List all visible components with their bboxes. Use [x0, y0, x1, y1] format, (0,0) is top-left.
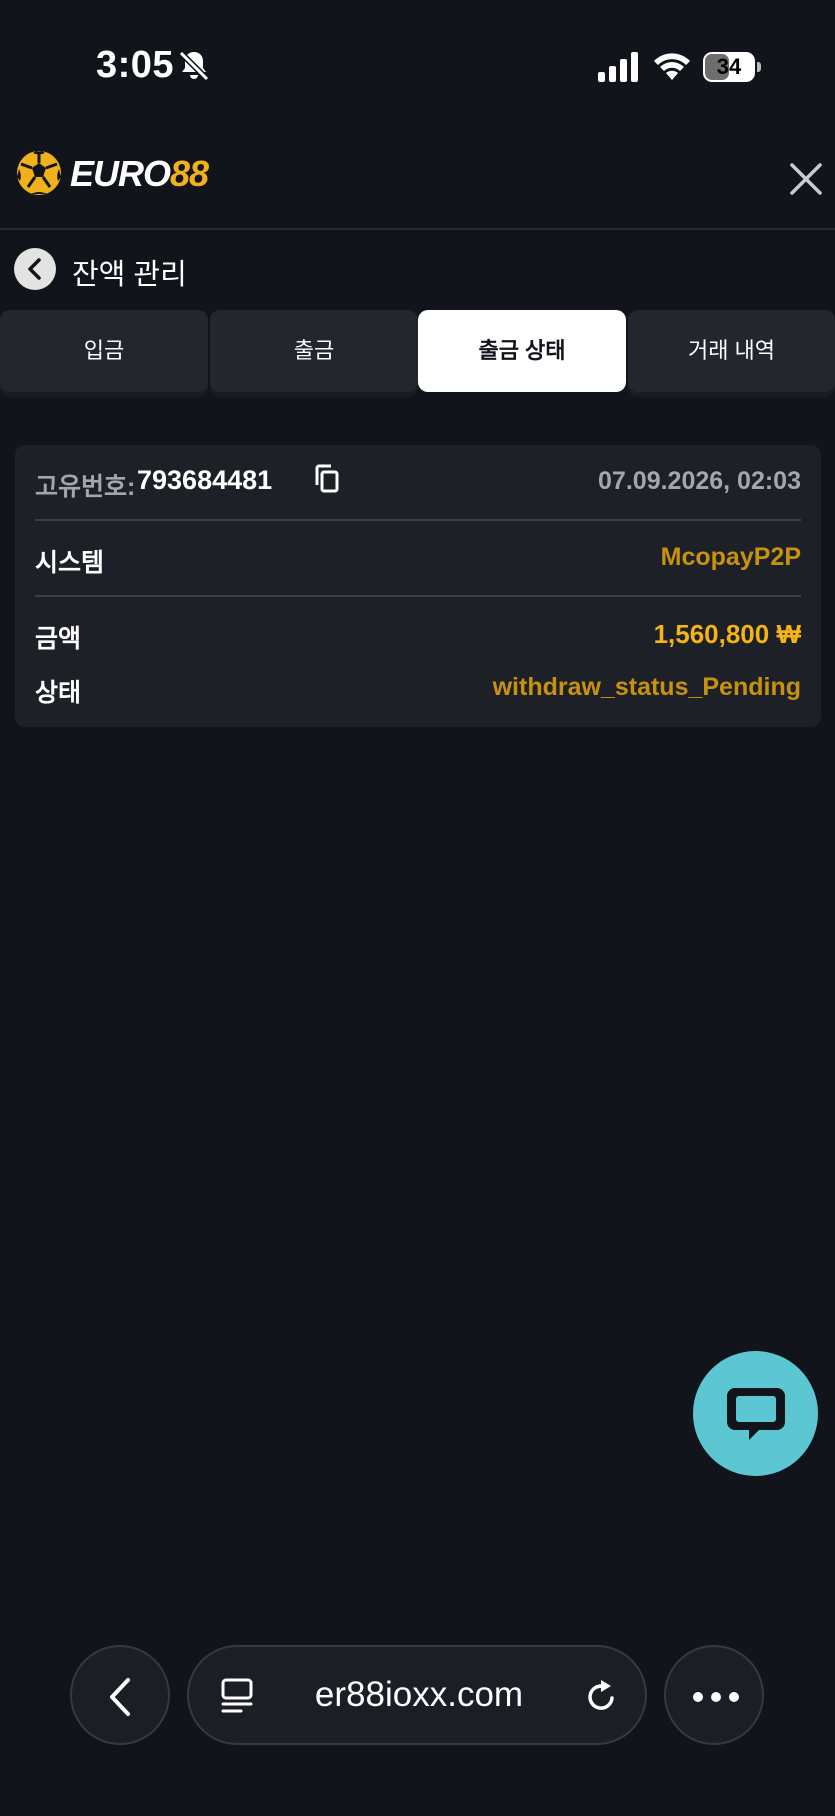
divider — [35, 519, 801, 521]
chevron-left-icon — [28, 258, 41, 280]
live-chat-button[interactable] — [693, 1351, 818, 1476]
logo-text-white: EURO — [70, 153, 171, 194]
page-title: 잔액 관리 — [72, 259, 187, 291]
back-chevron-icon — [110, 1678, 130, 1716]
title-row: 잔액 관리 — [0, 248, 835, 292]
amount-value: 1,560,800 ₩ — [653, 619, 801, 649]
copy-icon[interactable] — [313, 463, 341, 495]
tab-withdraw[interactable]: 출금 — [210, 310, 418, 392]
more-button[interactable] — [664, 1645, 764, 1745]
more-icon — [693, 1692, 739, 1702]
signal-icon — [598, 52, 638, 82]
tab-transaction-history[interactable]: 거래 내역 — [628, 310, 835, 392]
divider — [35, 595, 801, 597]
soccer-ball-logo-icon[interactable] — [15, 149, 63, 197]
tab-bar: 입금 출금 출금 상태 거래 내역 — [0, 310, 835, 392]
tab-withdraw-status[interactable]: 출금 상태 — [418, 310, 626, 392]
back-button[interactable] — [14, 248, 56, 290]
record-date: 07.09.2026, 02:03 — [598, 467, 801, 495]
app-screen: 3:05 34 EURO88 잔액 관리 입금 출금 출금 상태 거래 내역 고… — [0, 0, 835, 1816]
chat-bubble-icon — [727, 1388, 785, 1440]
withdraw-record-card: 고유번호: 793684481 07.09.2026, 02:03 시스템 Mc… — [15, 445, 821, 727]
close-icon[interactable] — [786, 159, 826, 199]
battery-nub — [757, 62, 761, 72]
address-bar[interactable]: er88ioxx.com — [187, 1645, 647, 1745]
status-row: 상태 withdraw_status_Pending — [35, 673, 801, 713]
status-bar: 3:05 34 — [0, 0, 835, 135]
record-header-row: 고유번호: 793684481 07.09.2026, 02:03 — [35, 463, 801, 505]
id-label: 고유번호: — [35, 473, 136, 501]
tab-deposit[interactable]: 입금 — [0, 310, 208, 392]
id-value: 793684481 — [137, 465, 273, 495]
status-label: 상태 — [35, 679, 82, 707]
battery-icon: 34 — [703, 52, 761, 82]
site-header: EURO88 — [0, 135, 835, 230]
system-value: McopayP2P — [660, 543, 801, 571]
status-value: withdraw_status_Pending — [492, 673, 801, 701]
bell-slash-icon — [178, 50, 210, 82]
reload-icon[interactable] — [584, 1677, 620, 1715]
system-row: 시스템 McopayP2P — [35, 543, 801, 583]
amount-label: 금액 — [35, 625, 82, 653]
battery-level: 34 — [716, 54, 742, 79]
browser-back-button[interactable] — [70, 1645, 170, 1745]
logo-text-yellow: 88 — [170, 153, 209, 194]
clock: 3:05 — [96, 44, 175, 86]
system-label: 시스템 — [35, 549, 105, 577]
wifi-icon — [654, 53, 690, 80]
url-text: er88ioxx.com — [314, 1675, 524, 1714]
logo[interactable]: EURO88 — [70, 153, 209, 195]
amount-row: 금액 1,560,800 ₩ — [35, 619, 801, 659]
